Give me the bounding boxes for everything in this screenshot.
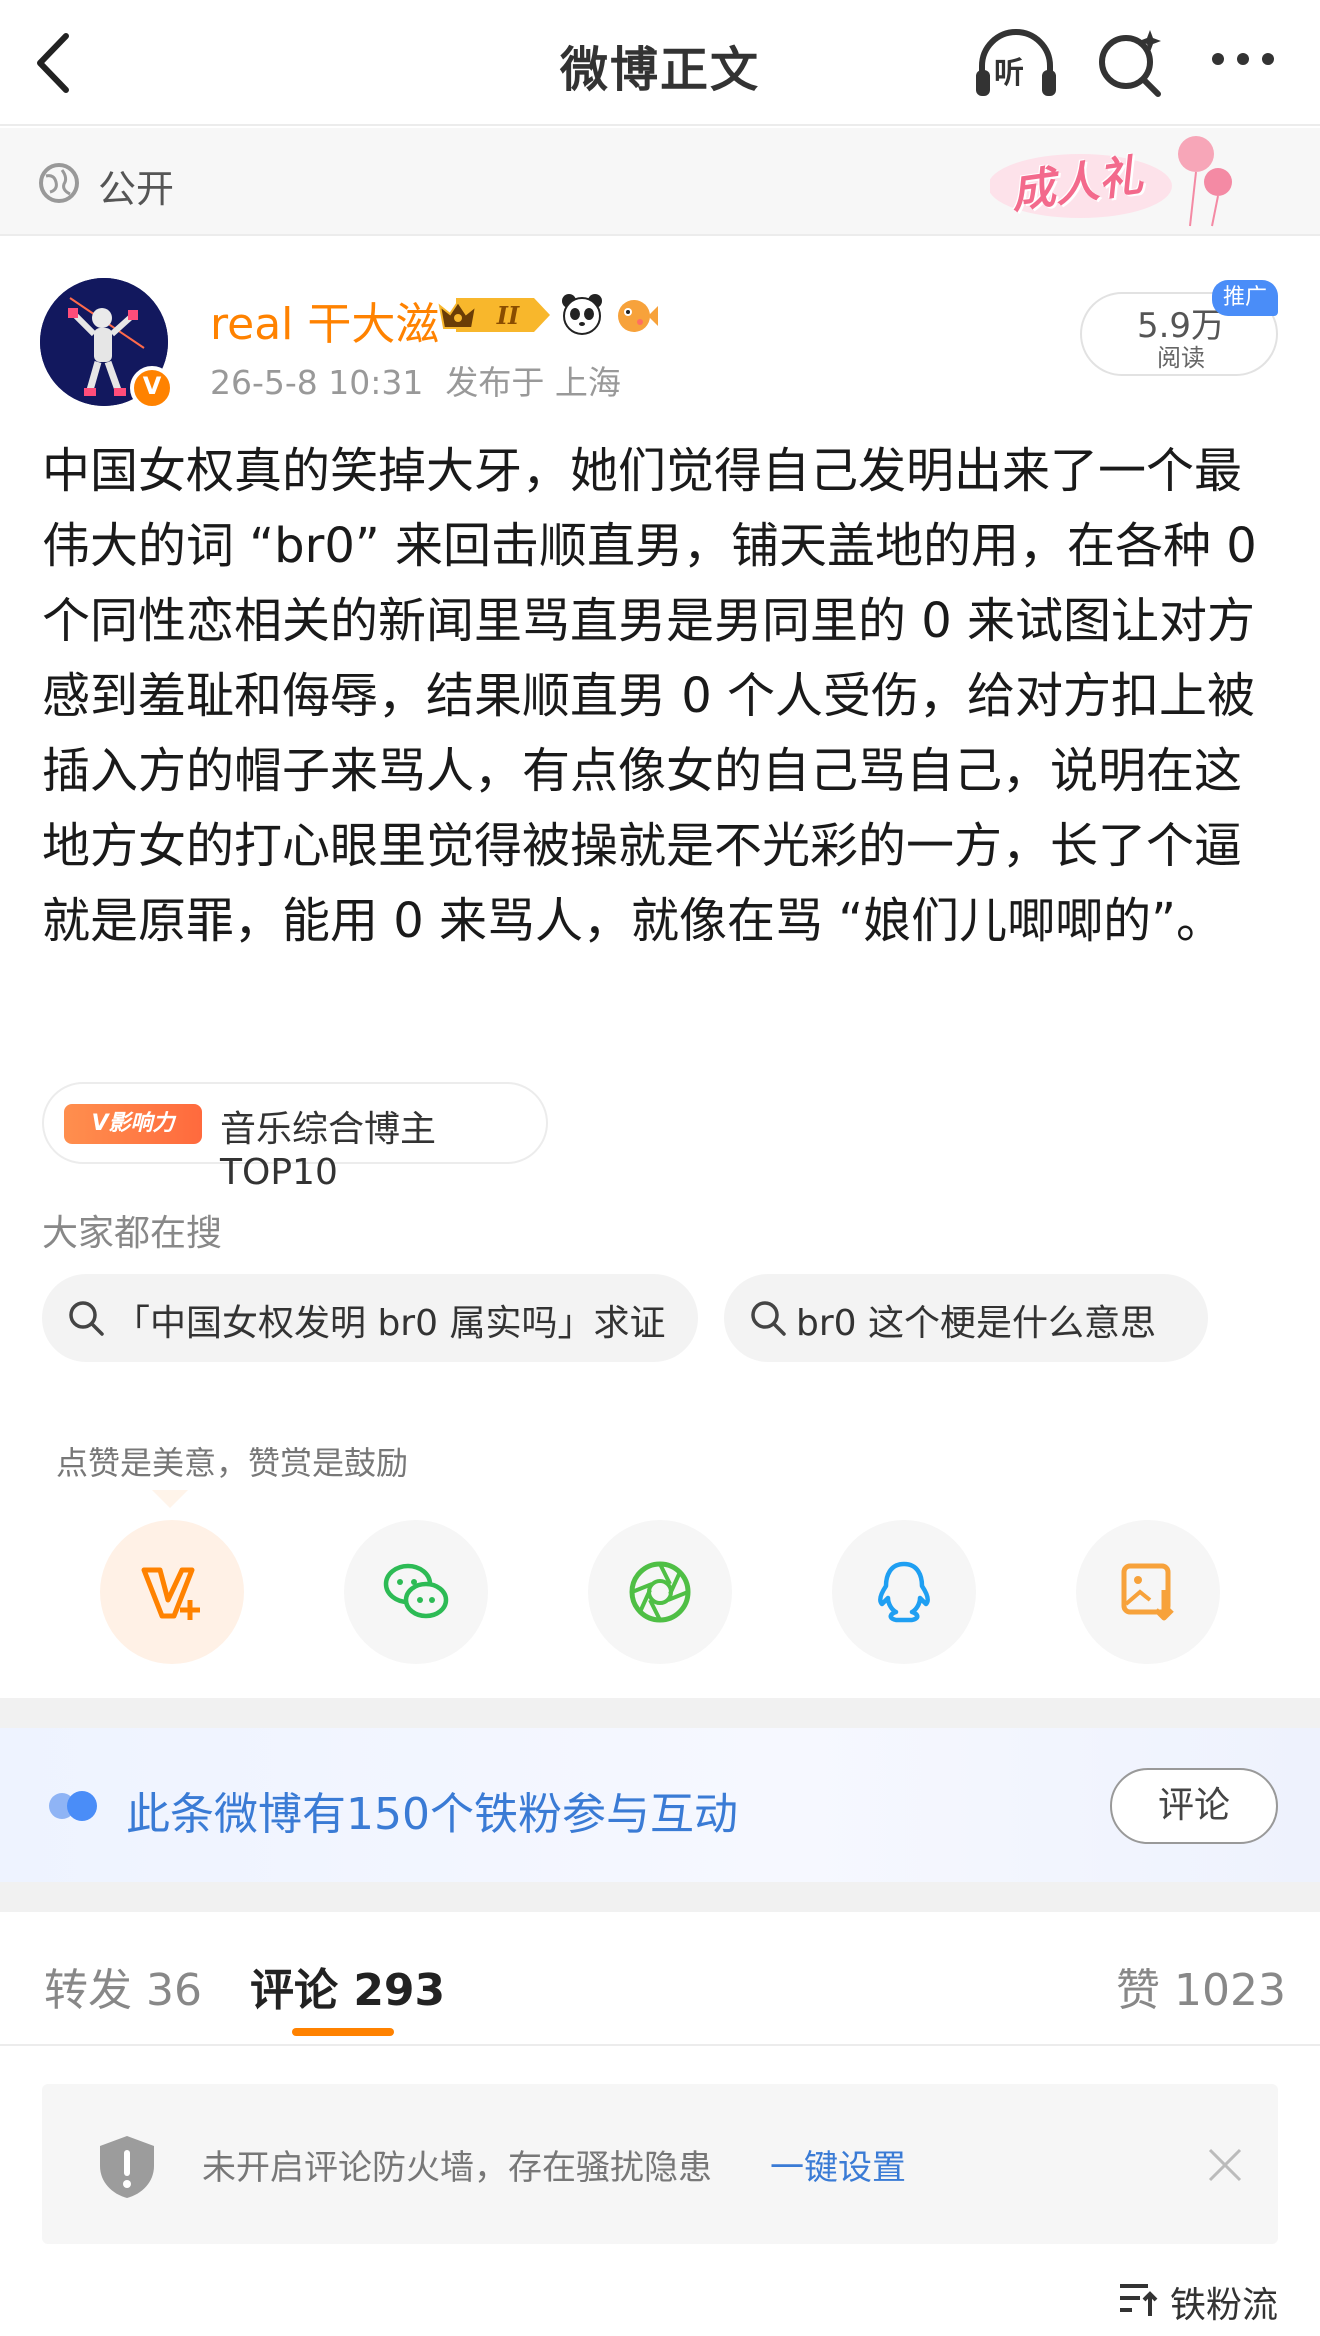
search-button[interactable] (1094, 26, 1166, 98)
sort-label: 铁粉流 (1170, 2285, 1279, 2326)
interaction-tabs: 转发 36 评论 293 赞 1023 (0, 1912, 1320, 2046)
fan-interaction-text: 此条微博有150个铁粉参与互动 (126, 1789, 738, 1840)
search-icon (751, 1301, 786, 1336)
crown-level-badge[interactable]: II (436, 294, 554, 336)
more-dots-icon (1212, 53, 1274, 65)
section-divider (0, 1882, 1320, 1912)
visibility-label: 公开 (98, 167, 175, 211)
share-wechat-button[interactable] (344, 1520, 488, 1664)
fan-comment-button[interactable]: 评论 (1110, 1768, 1278, 1844)
save-image-button[interactable] (1076, 1520, 1220, 1664)
moments-icon (629, 1561, 691, 1623)
qq-icon (878, 1561, 930, 1623)
influence-label: 音乐综合博主TOP10 (220, 1109, 437, 1193)
one-click-setup-link[interactable]: 一键设置 (770, 2140, 906, 2189)
panda-icon (562, 294, 602, 335)
listen-button[interactable]: 听 (972, 26, 1060, 102)
reward-tip-arrow (152, 1490, 188, 1508)
read-label: 阅读 (1157, 344, 1205, 372)
post-time: 26-5-8 10:31 (210, 363, 424, 402)
author-name[interactable]: real 干大滋 (210, 288, 439, 352)
save-image-icon (1121, 1563, 1174, 1621)
section-divider (0, 1698, 1320, 1728)
search-suggestion-text: br0 这个梗是什么意思 (796, 1303, 1157, 1344)
reward-button[interactable] (100, 1520, 244, 1664)
reward-tip: 点赞是美意，赞赏是鼓励 (42, 1424, 408, 1492)
wechat-icon (383, 1563, 449, 1619)
reward-icon (141, 1567, 200, 1620)
search-suggestion-chip[interactable]: br0 这个梗是什么意思 (724, 1274, 1208, 1362)
share-qq-button[interactable] (832, 1520, 976, 1664)
search-suggestion-text: 「中国女权发明 br0 属实吗」求证 (114, 1303, 666, 1344)
close-icon[interactable] (1206, 2146, 1244, 2184)
post-text: 中国女权真的笑掉大牙，她们觉得自己发明出来了一个最伟大的词 “br0” 来回击顺… (42, 443, 1257, 949)
post-location: 发布于 上海 (445, 363, 621, 402)
promote-tag[interactable]: 推广 (1212, 280, 1278, 316)
listen-label: 听 (994, 56, 1024, 91)
sort-fans-first-button[interactable]: 铁粉流 (1118, 2270, 1288, 2326)
verified-badge: V (130, 366, 174, 410)
comment-firewall-notice: 未开启评论防火墙，存在骚扰隐患 一键设置 (42, 2084, 1278, 2244)
search-suggestion-chip[interactable]: 「中国女权发明 br0 属实吗」求证 (42, 1274, 698, 1362)
more-options-button[interactable] (1208, 44, 1278, 74)
tab-reposts[interactable]: 转发 36 (44, 1954, 202, 2018)
fan-interaction-banner[interactable]: 此条微博有150个铁粉参与互动 评论 (0, 1728, 1320, 1882)
top-navigation-bar: 微博正文 听 (0, 0, 1320, 126)
share-moments-button[interactable] (588, 1520, 732, 1664)
influence-tag[interactable]: V影响力 音乐综合博主TOP10 (42, 1082, 548, 1193)
reward-tip-text: 点赞是美意，赞赏是鼓励 (56, 1444, 409, 1482)
pufferfish-icon (618, 300, 658, 332)
influence-badge: V影响力 (64, 1104, 202, 1144)
level-badge-text: II (496, 301, 520, 330)
globe-icon (39, 163, 79, 203)
firewall-warning-text: 未开启评论防火墙，存在骚扰隐患 (202, 2148, 712, 2188)
everyone-searching-title: 大家都在搜 (42, 1213, 223, 1254)
verified-mark: V (142, 372, 162, 400)
post-meta: 26-5-8 10:31 发布于 上海 (210, 356, 621, 404)
tab-likes[interactable]: 赞 1023 (1116, 1954, 1286, 2018)
fans-icon (49, 1791, 97, 1821)
sort-icon (1120, 2284, 1158, 2316)
active-tab-indicator (292, 2028, 394, 2036)
search-icon (69, 1301, 104, 1336)
shield-alert-icon (100, 2136, 154, 2198)
tab-comments[interactable]: 评论 293 (250, 1954, 445, 2018)
sparkle-search-icon (1099, 30, 1161, 97)
